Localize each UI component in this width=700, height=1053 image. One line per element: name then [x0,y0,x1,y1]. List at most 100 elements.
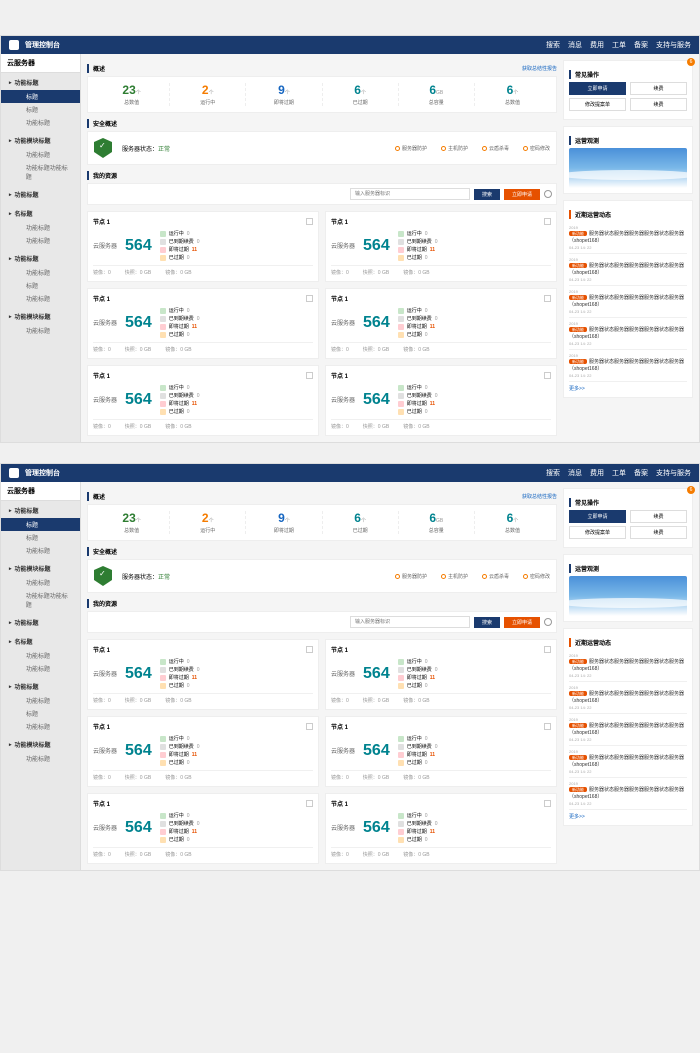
expand-icon[interactable] [544,295,551,302]
news-item[interactable]: 2019新功能服务器状态服务器服务器服务器状态服务器（shopet168）04-… [569,350,687,382]
sidebar-item[interactable]: 功能标题 [1,649,80,662]
news-item[interactable]: 2019新功能服务器状态服务器服务器服务器状态服务器（shopet168）04-… [569,318,687,350]
expand-icon[interactable] [544,800,551,807]
sidebar-section-title[interactable]: 功能模块标题 [1,133,80,148]
news-item[interactable]: 2019新功能服务器状态服务器服务器服务器状态服务器（shopet168）04-… [569,650,687,682]
sidebar-section-title[interactable]: 名标题 [1,634,80,649]
sidebar-item[interactable]: 标题 [1,707,80,720]
sidebar-item[interactable]: 功能标题 [1,148,80,161]
quick-action-button[interactable]: 修改提案单 [569,526,626,539]
security-item[interactable]: 服务器防护 [395,573,427,580]
sidebar-item[interactable]: 功能标题 [1,221,80,234]
top-nav-item[interactable]: 支持与服务 [656,40,691,50]
top-nav-item[interactable]: 备案 [634,468,648,478]
security-item[interactable]: 主机防护 [441,573,468,580]
quick-action-button[interactable]: 修改提案单 [569,98,626,111]
sidebar-item[interactable]: 标题 [1,531,80,544]
expand-icon[interactable] [306,218,313,225]
sidebar-item[interactable]: 功能标题功能标题 [1,161,80,183]
sidebar-section-title[interactable]: 功能模块标题 [1,561,80,576]
apply-button[interactable]: 立即申请 [504,189,540,200]
quick-action-button[interactable]: 续费 [630,82,687,95]
metric-icon [160,409,166,415]
expand-icon[interactable] [544,646,551,653]
sidebar-item[interactable]: 功能标题 [1,324,80,337]
quick-action-button[interactable]: 续费 [630,510,687,523]
search-button[interactable]: 搜索 [474,617,500,628]
security-item[interactable]: 主机防护 [441,145,468,152]
sidebar-section-title[interactable]: 功能标题 [1,615,80,630]
top-nav-item[interactable]: 支持与服务 [656,468,691,478]
viz-panel: 运营观测 [563,126,693,194]
top-nav-item[interactable]: 消息 [568,40,582,50]
expand-icon[interactable] [544,372,551,379]
sidebar-section-title[interactable]: 功能标题 [1,251,80,266]
sidebar-item[interactable]: 功能标题 [1,234,80,247]
top-nav-item[interactable]: 工单 [612,40,626,50]
expand-icon[interactable] [306,295,313,302]
notification-badge[interactable]: 6 [687,486,695,494]
security-item[interactable]: 密码修改 [523,573,550,580]
expand-icon[interactable] [306,800,313,807]
sidebar-item[interactable]: 功能标题 [1,720,80,733]
sidebar-item[interactable]: 功能标题功能标题 [1,589,80,611]
notification-badge[interactable]: 6 [687,58,695,66]
sidebar-item[interactable]: 标题 [1,103,80,116]
expand-icon[interactable] [306,372,313,379]
quick-action-button[interactable]: 立即申请 [569,510,626,523]
news-item[interactable]: 2019新功能服务器状态服务器服务器服务器状态服务器（shopet168）04-… [569,714,687,746]
search-button[interactable]: 搜索 [474,189,500,200]
news-item[interactable]: 2019新功能服务器状态服务器服务器服务器状态服务器（shopet168）04-… [569,778,687,810]
security-item[interactable]: 密码修改 [523,145,550,152]
sidebar-item[interactable]: 功能标题 [1,694,80,707]
search-input[interactable] [350,188,470,200]
sidebar-section-title[interactable]: 功能标题 [1,187,80,202]
news-item[interactable]: 2019新功能服务器状态服务器服务器服务器状态服务器（shopet168）04-… [569,682,687,714]
sidebar-section-title[interactable]: 功能标题 [1,75,80,90]
top-nav-item[interactable]: 费用 [590,40,604,50]
sidebar-section-title[interactable]: 功能模块标题 [1,309,80,324]
security-item[interactable]: 云盾杀毒 [482,573,509,580]
top-nav-item[interactable]: 备案 [634,40,648,50]
sidebar-item[interactable]: 功能标题 [1,544,80,557]
sidebar-item[interactable]: 标题 [1,518,80,531]
report-link[interactable]: 获取总结性报告 [522,65,557,72]
quick-action-button[interactable]: 续费 [630,526,687,539]
refresh-icon[interactable] [544,618,552,626]
refresh-icon[interactable] [544,190,552,198]
sidebar-section-title[interactable]: 功能标题 [1,503,80,518]
search-link[interactable]: 搜索 [546,40,560,50]
news-item[interactable]: 2019新功能服务器状态服务器服务器服务器状态服务器（shopet168）04-… [569,746,687,778]
sidebar-item[interactable]: 功能标题 [1,292,80,305]
expand-icon[interactable] [544,218,551,225]
expand-icon[interactable] [544,723,551,730]
sidebar-item[interactable]: 功能标题 [1,116,80,129]
sidebar-item[interactable]: 功能标题 [1,662,80,675]
expand-icon[interactable] [306,723,313,730]
quick-action-button[interactable]: 立即申请 [569,82,626,95]
sidebar-item[interactable]: 功能标题 [1,752,80,765]
search-input[interactable] [350,616,470,628]
security-item[interactable]: 云盾杀毒 [482,145,509,152]
apply-button[interactable]: 立即申请 [504,617,540,628]
sidebar-item[interactable]: 标题 [1,279,80,292]
sidebar-item[interactable]: 标题 [1,90,80,103]
sidebar-item[interactable]: 功能标题 [1,576,80,589]
report-link[interactable]: 获取总结性报告 [522,493,557,500]
sidebar-item[interactable]: 功能标题 [1,266,80,279]
security-item[interactable]: 服务器防护 [395,145,427,152]
more-link[interactable]: 更多>> [569,813,687,820]
top-nav-item[interactable]: 消息 [568,468,582,478]
sidebar-section-title[interactable]: 名标题 [1,206,80,221]
top-nav-item[interactable]: 工单 [612,468,626,478]
sidebar-section-title[interactable]: 功能模块标题 [1,737,80,752]
expand-icon[interactable] [306,646,313,653]
news-item[interactable]: 2019新功能服务器状态服务器服务器服务器状态服务器（shopet168）04-… [569,222,687,254]
more-link[interactable]: 更多>> [569,385,687,392]
news-item[interactable]: 2019新功能服务器状态服务器服务器服务器状态服务器（shopet168）04-… [569,254,687,286]
sidebar-section-title[interactable]: 功能标题 [1,679,80,694]
search-link[interactable]: 搜索 [546,468,560,478]
top-nav-item[interactable]: 费用 [590,468,604,478]
news-item[interactable]: 2019新功能服务器状态服务器服务器服务器状态服务器（shopet168）04-… [569,286,687,318]
quick-action-button[interactable]: 续费 [630,98,687,111]
